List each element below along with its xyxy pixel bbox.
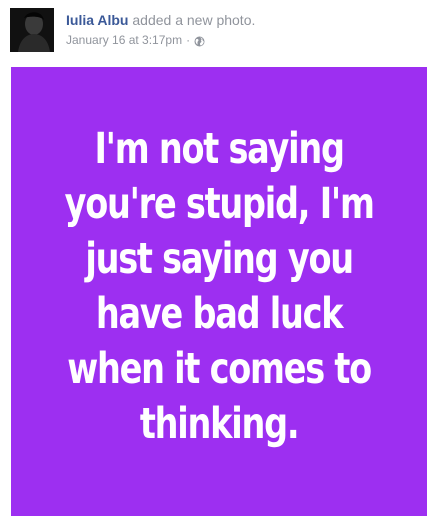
quote-line: when it comes to [67, 343, 372, 394]
author-name-link[interactable]: Iulia Albu [66, 12, 128, 28]
photo-post: Iulia Albu added a new photo. January 16… [0, 0, 440, 526]
post-photo[interactable]: I'm not saying you're stupid, I'm just s… [11, 67, 427, 516]
separator-dot: · [186, 33, 191, 47]
quote-line: I'm not saying [94, 123, 345, 174]
photo-quote-text: I'm not saying you're stupid, I'm just s… [64, 122, 374, 452]
post-title-line: Iulia Albu added a new photo. [66, 11, 430, 29]
post-header: Iulia Albu added a new photo. January 16… [10, 8, 430, 54]
quote-line: you're stupid, I'm [64, 178, 374, 229]
quote-line: just saying you [85, 233, 354, 284]
post-action-text: added a new photo. [132, 12, 256, 28]
post-meta: Iulia Albu added a new photo. January 16… [66, 11, 430, 48]
avatar[interactable] [10, 8, 54, 52]
quote-line: thinking. [139, 398, 300, 449]
globe-icon[interactable] [194, 35, 205, 46]
post-subtitle-line: January 16 at 3:17pm · [66, 32, 430, 48]
quote-line: have bad luck [95, 288, 344, 339]
post-timestamp-link[interactable]: January 16 at 3:17pm [66, 32, 182, 48]
profile-photo-icon [10, 8, 54, 52]
